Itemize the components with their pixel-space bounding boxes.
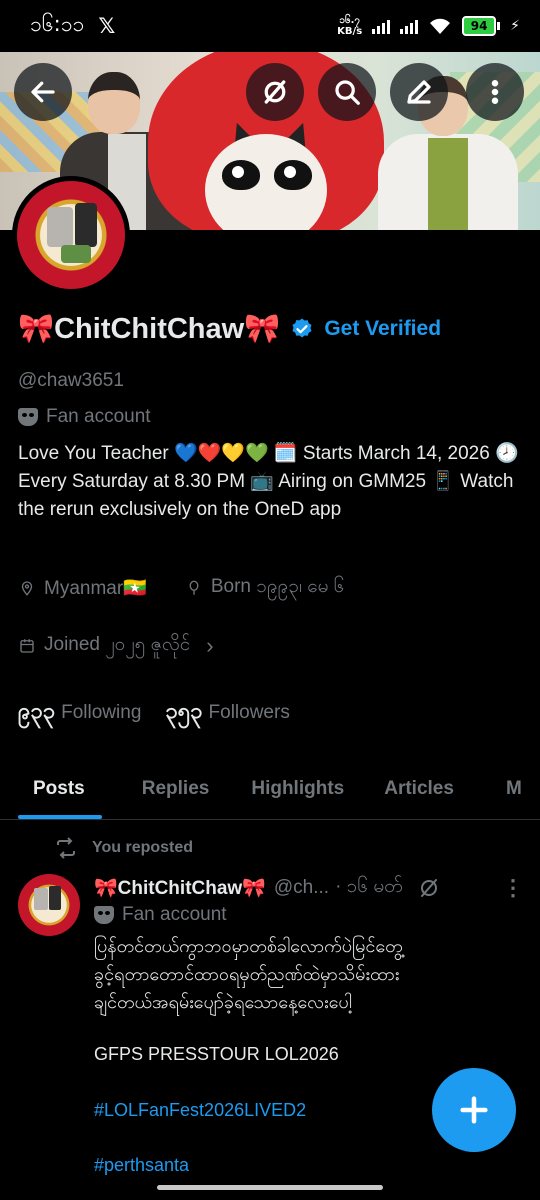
post-text-line: GFPS PRESSTOUR LOL2026 (94, 1044, 339, 1064)
repost-icon (57, 837, 75, 859)
tab-highlights[interactable]: Highlights (251, 758, 344, 819)
status-bar: ၁၆:၁၁ 𝕏 ၁၆.၇ KB/s 94 ⚡ (0, 0, 540, 52)
birthday-text: Born ၁၉၉၃၊ မေ ၆ (210, 576, 345, 597)
status-time: ၁၆:၁၁ (30, 11, 85, 36)
network-speed: ၁၆.၇ KB/s (337, 15, 362, 37)
active-tab-indicator (18, 815, 102, 819)
get-verified-link[interactable]: Get Verified (324, 317, 441, 341)
search-icon (335, 80, 360, 105)
edit-profile-button[interactable] (390, 63, 448, 121)
followers-link[interactable]: ၃၅၃ Followers (165, 696, 289, 729)
post-header: 🎀ChitChitChaw🎀 @ch... · ၁၆ မတ် ⋮ (94, 874, 524, 902)
post-author-avatar[interactable] (18, 874, 80, 936)
verified-badge-icon[interactable] (290, 317, 314, 341)
network-speed-unit: KB/s (337, 26, 363, 37)
profile-handle: @chaw3651 (18, 370, 124, 391)
joined-text: Joined ၂၀၂၅ ဇူလိုင် (44, 634, 191, 655)
follow-stats: ၉၃၃ Following ၃၅၃ Followers (18, 696, 290, 729)
tab-articles[interactable]: Articles (384, 758, 454, 819)
battery-icon: 94 (462, 16, 501, 36)
tab-posts[interactable]: Posts (33, 758, 85, 819)
followers-count: ၃၅၃ (165, 698, 203, 723)
balloon-icon (189, 580, 199, 595)
post-hashtag[interactable]: #LOLFanFest2026LIVED2 (94, 1100, 306, 1121)
wifi-icon (430, 18, 451, 34)
profile-name-row: 🎀ChitChitChaw🎀 Get Verified (18, 312, 441, 346)
compose-post-button[interactable] (432, 1068, 516, 1152)
post-category-label: Fan account (122, 904, 227, 925)
x-logo-icon: 𝕏 (98, 14, 116, 38)
location-pin-icon (21, 581, 33, 596)
calendar-icon (20, 639, 34, 653)
grok-button[interactable] (246, 63, 304, 121)
home-indicator[interactable] (157, 1185, 383, 1190)
profile-tabs: Posts Replies Highlights Articles M (0, 758, 540, 820)
mask-icon (18, 408, 38, 426)
profile-bio: Love You Teacher 💙❤️💛💚 🗓️ Starts March 1… (18, 443, 519, 520)
repost-label: You reposted (92, 839, 194, 856)
display-name: 🎀ChitChitChaw🎀 (18, 313, 281, 345)
post-author-name[interactable]: 🎀ChitChitChaw🎀 (94, 876, 266, 900)
post-text: ပြန်တင်တယ်ကွာဘဝမှာတစ်ခါလောက်ပဲမြင်တွေ့ ခ… (94, 936, 403, 1012)
arrow-left-icon (31, 81, 55, 103)
back-button[interactable] (14, 63, 72, 121)
repost-indicator: You reposted (54, 836, 193, 860)
location-text: Myanmar🇲🇲 (44, 578, 147, 599)
following-count: ၉၃၃ (18, 698, 56, 723)
search-button[interactable] (318, 63, 376, 121)
chevron-right-icon: › (206, 633, 214, 658)
following-link[interactable]: ၉၃၃ Following (18, 696, 141, 729)
profile-meta-location-birthday: Myanmar🇲🇲 Born ၁၉၉၃၊ မေ ၆ (18, 574, 344, 602)
tab-media[interactable]: M (506, 758, 522, 819)
more-vertical-icon (491, 80, 499, 105)
profile-avatar[interactable] (12, 176, 130, 294)
post-category: Fan account (94, 904, 227, 926)
signal-1-icon (372, 18, 391, 34)
category-label: Fan account (46, 406, 151, 427)
mask-icon (94, 906, 114, 924)
profile-category: Fan account (18, 406, 151, 428)
grok-icon[interactable] (417, 876, 441, 900)
signal-2-icon (400, 18, 419, 34)
followers-label: Followers (208, 702, 290, 723)
post-author-handle[interactable]: @ch... (274, 877, 329, 899)
grok-icon (264, 80, 286, 104)
network-speed-value: ၁၆.၇ (339, 15, 360, 26)
tab-replies[interactable]: Replies (142, 758, 210, 819)
following-label: Following (61, 702, 142, 723)
more-options-button[interactable] (466, 63, 524, 121)
post-more-icon[interactable]: ⋮ (502, 875, 524, 901)
post-hashtag[interactable]: #perthsanta (94, 1155, 189, 1176)
pencil-icon (407, 80, 431, 104)
charging-icon: ⚡ (510, 18, 520, 34)
profile-joined-row[interactable]: Joined ၂၀၂၅ ဇူလိုင် › (18, 632, 214, 660)
plus-icon (460, 1096, 488, 1124)
battery-level: 94 (462, 16, 497, 36)
post-timestamp[interactable]: · ၁၆ မတ် (335, 874, 403, 902)
